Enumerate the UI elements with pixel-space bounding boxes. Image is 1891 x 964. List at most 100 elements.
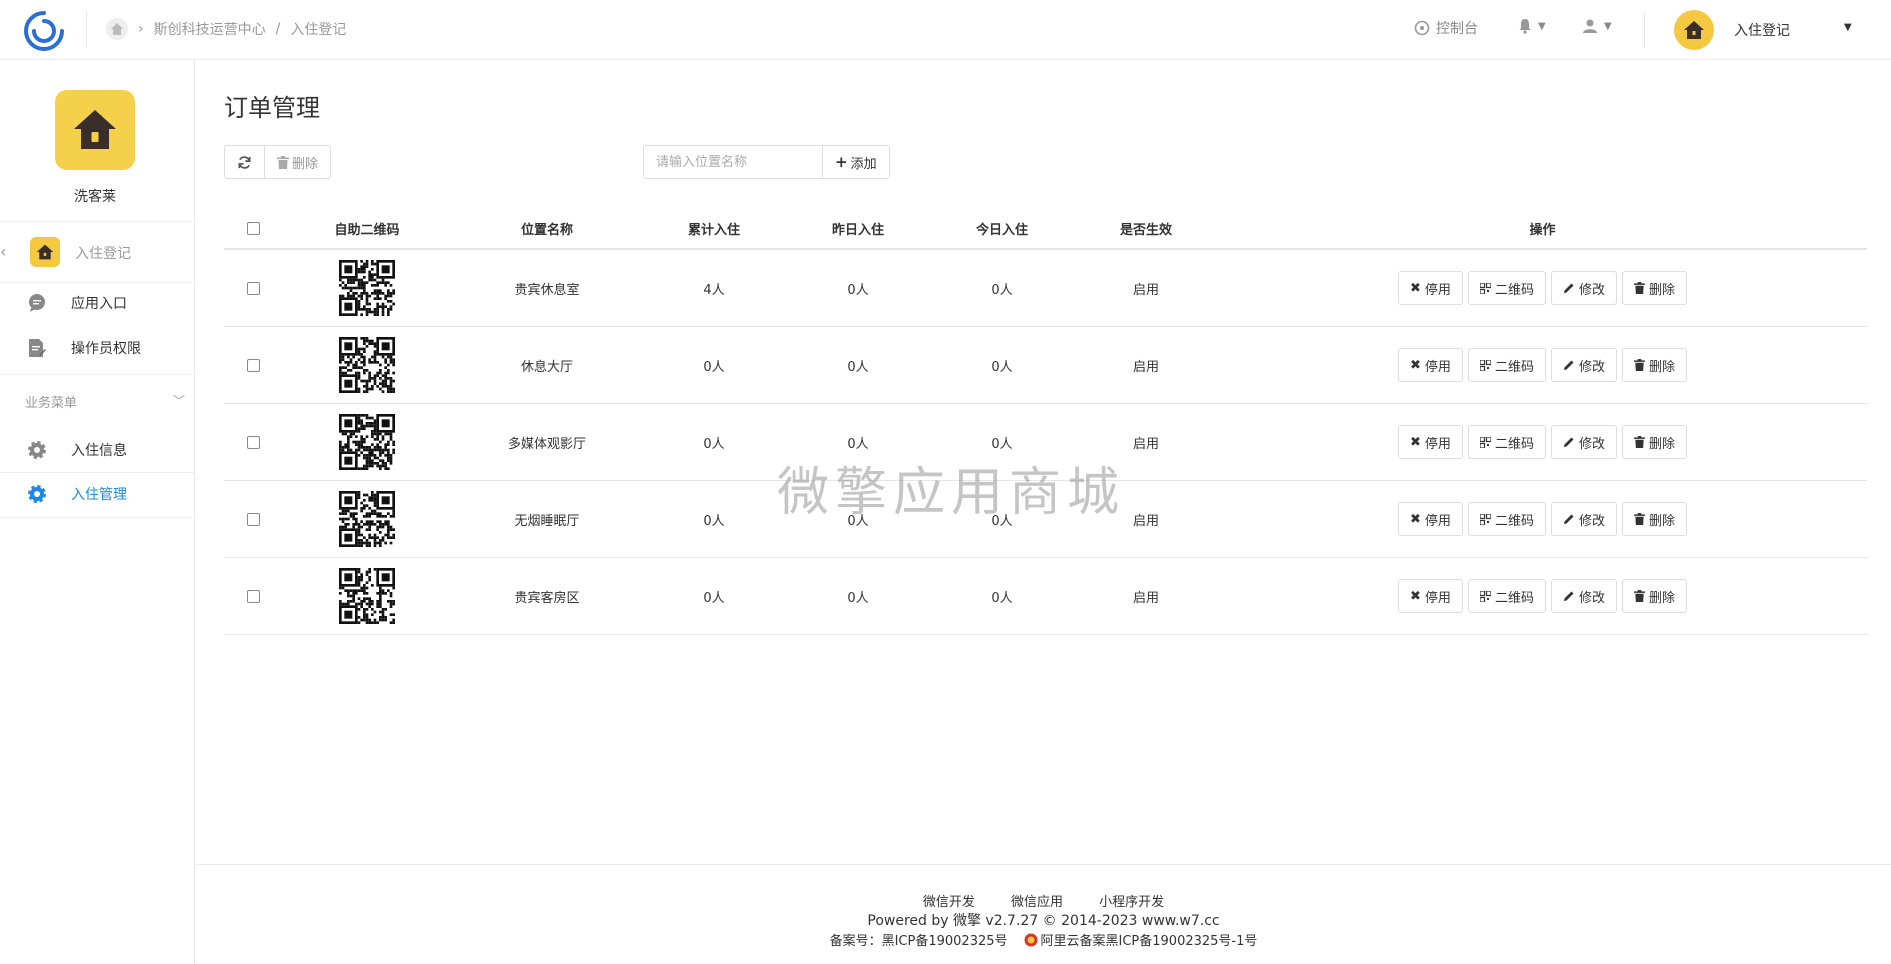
footer-link[interactable]: 微信开发	[923, 895, 975, 910]
qrcode-button-label: 二维码	[1494, 436, 1534, 452]
column-header: 操作	[1529, 222, 1556, 238]
today-checkins: 0人	[991, 513, 1013, 529]
breadcrumb-org[interactable]: 斯创科技运营中心	[154, 19, 266, 39]
edit-button[interactable]: 修改	[1550, 348, 1617, 382]
table-row: 贵宾客房区 0人 0人 0人 启用 ✖ 停用 二维码 修改 删除	[224, 558, 1867, 635]
console-link[interactable]: 控制台	[1414, 18, 1478, 38]
qrcode-button-label: 二维码	[1494, 282, 1534, 298]
user-menu-dropdown[interactable]: ▼	[1582, 18, 1612, 34]
qrcode-button[interactable]: 二维码	[1467, 425, 1546, 459]
delete-row-button[interactable]: 删除	[1621, 348, 1687, 382]
sidebar-current-label: 入住登记	[75, 246, 131, 262]
app-logo-icon[interactable]	[22, 9, 66, 53]
avatar[interactable]	[1674, 10, 1714, 50]
qr-code-icon[interactable]	[339, 491, 395, 547]
pencil-icon	[1563, 283, 1574, 293]
actions-cell: ✖ 停用 二维码 修改 删除	[1218, 558, 1867, 634]
qrcode-small-icon	[1479, 436, 1491, 448]
row-checkbox[interactable]	[246, 358, 260, 372]
chevron-down-icon[interactable]: ﹀	[173, 392, 185, 409]
edit-button-label: 修改	[1578, 436, 1605, 452]
row-checkbox[interactable]	[246, 435, 260, 449]
qr-code-icon[interactable]	[339, 337, 395, 393]
qr-code-icon[interactable]	[339, 414, 395, 470]
row-checkbox[interactable]	[246, 281, 260, 295]
qrcode-button[interactable]: 二维码	[1467, 348, 1546, 382]
column-header: 自助二维码	[334, 222, 400, 238]
row-actions: ✖ 停用 二维码 修改 删除	[1398, 579, 1687, 613]
row-checkbox-cell	[224, 481, 282, 557]
row-checkbox[interactable]	[246, 512, 260, 526]
qrcode-button-label: 二维码	[1494, 590, 1534, 606]
divider	[1644, 12, 1645, 48]
divider	[0, 517, 195, 518]
disable-button[interactable]: ✖ 停用	[1398, 271, 1463, 305]
edit-button[interactable]: 修改	[1550, 271, 1617, 305]
chevron-down-icon[interactable]: ▼	[1844, 22, 1852, 33]
delete-button[interactable]: 删除	[264, 146, 330, 178]
notification-dropdown[interactable]: ▼	[1518, 18, 1546, 34]
row-actions: ✖ 停用 二维码 修改 删除	[1398, 425, 1687, 459]
delete-row-button[interactable]: 删除	[1621, 271, 1687, 305]
qrcode-button[interactable]: 二维码	[1467, 271, 1546, 305]
times-icon: ✖	[1410, 511, 1421, 527]
search-input[interactable]	[644, 146, 822, 178]
disable-button[interactable]: ✖ 停用	[1398, 579, 1463, 613]
row-actions: ✖ 停用 二维码 修改 删除	[1398, 271, 1687, 305]
footer-link[interactable]: 微信应用	[1011, 895, 1063, 910]
delete-row-button[interactable]: 删除	[1621, 425, 1687, 459]
disable-button[interactable]: ✖ 停用	[1398, 425, 1463, 459]
sidebar-item-checkin-info[interactable]: 入住信息	[0, 430, 195, 470]
chevron-left-icon[interactable]: ‹	[0, 242, 6, 261]
disable-button-label: 停用	[1424, 359, 1451, 375]
home-icon[interactable]	[106, 18, 128, 40]
edit-button[interactable]: 修改	[1550, 425, 1617, 459]
sidebar-item-app-entry[interactable]: 应用入口	[0, 283, 195, 323]
disable-button-label: 停用	[1424, 590, 1451, 606]
sidebar-current-module[interactable]: ‹ 入住登记	[0, 222, 195, 282]
edit-button-label: 修改	[1578, 359, 1605, 375]
delete-row-button[interactable]: 删除	[1621, 579, 1687, 613]
house-icon	[74, 110, 116, 149]
qrcode-button[interactable]: 二维码	[1467, 579, 1546, 613]
disable-button[interactable]: ✖ 停用	[1398, 348, 1463, 382]
footer-icp-number[interactable]: 备案号：黑ICP备19002325号	[830, 930, 1008, 949]
qr-code-icon[interactable]	[339, 260, 395, 316]
search-bar: + 添加	[643, 145, 890, 179]
table-row: 休息大厅 0人 0人 0人 启用 ✖ 停用 二维码 修改 删除	[224, 327, 1867, 404]
user-icon	[1583, 19, 1597, 33]
row-actions: ✖ 停用 二维码 修改 删除	[1398, 502, 1687, 536]
top-bar: › 斯创科技运营中心 / 入住登记 控制台 ▼ ▼ 入住登记 ▼	[0, 0, 1891, 60]
breadcrumb: › 斯创科技运营中心 / 入住登记	[106, 18, 346, 40]
footer-link[interactable]: 小程序开发	[1099, 895, 1164, 910]
qrcode-button[interactable]: 二维码	[1467, 502, 1546, 536]
total-checkins: 0人	[703, 590, 725, 606]
row-checkbox-cell	[224, 404, 282, 480]
sidebar-group-label: 业务菜单	[25, 396, 78, 411]
sidebar-item-label: 入住信息	[71, 443, 127, 459]
today-checkins: 0人	[991, 282, 1013, 298]
times-icon: ✖	[1410, 588, 1421, 604]
select-all-checkbox[interactable]	[246, 221, 260, 235]
sidebar-item-checkin-management[interactable]: 入住管理	[0, 474, 195, 514]
edit-button[interactable]: 修改	[1550, 502, 1617, 536]
disable-button[interactable]: ✖ 停用	[1398, 502, 1463, 536]
yesterday-checkins: 0人	[847, 436, 869, 452]
edit-button[interactable]: 修改	[1550, 579, 1617, 613]
breadcrumb-page: 入住登记	[290, 22, 347, 38]
pencil-icon	[1563, 437, 1574, 447]
qr-cell	[282, 404, 452, 480]
qr-code-icon[interactable]	[339, 568, 395, 624]
delete-row-button[interactable]: 删除	[1621, 502, 1687, 536]
qrcode-button-label: 二维码	[1494, 359, 1534, 375]
footer-icp-police[interactable]: 阿里云备案黑ICP备19002325号-1号	[1024, 930, 1257, 949]
user-name[interactable]: 入住登记	[1734, 20, 1790, 40]
sidebar-group-business-menu[interactable]: 业务菜单 ﹀	[25, 392, 185, 411]
actions-cell: ✖ 停用 二维码 修改 删除	[1218, 250, 1867, 326]
sidebar-item-operator-permissions[interactable]: 操作员权限	[0, 328, 195, 368]
trash-icon	[1633, 359, 1645, 371]
gear-icon	[27, 484, 47, 504]
refresh-button[interactable]	[225, 146, 264, 178]
add-button[interactable]: + 添加	[822, 146, 889, 178]
row-checkbox[interactable]	[246, 589, 260, 603]
